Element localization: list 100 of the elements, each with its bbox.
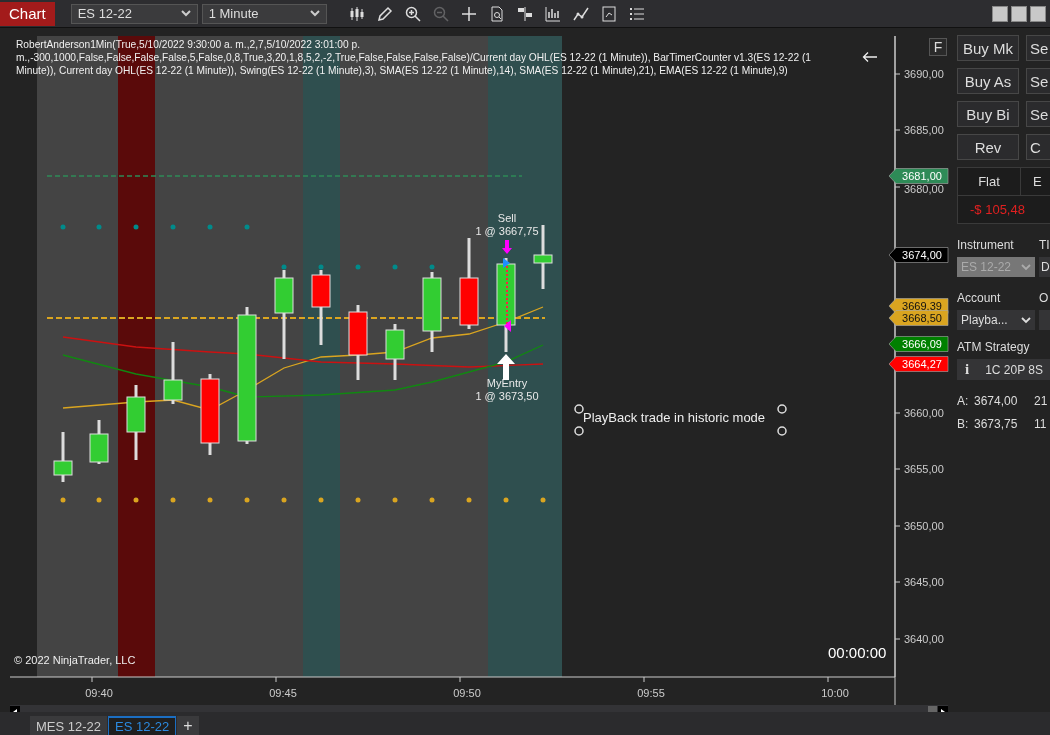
- quote-size: 11: [1034, 417, 1047, 431]
- position-column: E: [1021, 174, 1042, 189]
- price-tag-label: 3666,09: [902, 338, 942, 350]
- swing-dot: [392, 497, 398, 503]
- price-tag-label: 3681,00: [902, 170, 942, 182]
- price-label: 3685,00: [904, 124, 944, 136]
- swing-dot: [429, 264, 435, 270]
- down-arrow-icon: [502, 240, 512, 254]
- line-chart-icon[interactable]: [572, 5, 589, 22]
- price-label: 3660,00: [904, 407, 944, 419]
- text-annotation[interactable]: PlayBack trade in historic mode: [583, 410, 766, 425]
- add-tab-button[interactable]: +: [177, 716, 199, 735]
- order-button[interactable]: Buy Mk: [957, 35, 1019, 61]
- chart-tab[interactable]: ES 12-22: [108, 716, 177, 735]
- swing-dot: [60, 224, 66, 230]
- quote-side: B:: [957, 417, 970, 431]
- time-label: 09:40: [85, 687, 113, 699]
- swing-dot: [281, 497, 287, 503]
- quote-price: 3673,75: [974, 417, 1019, 431]
- order-button[interactable]: Se: [1026, 101, 1050, 127]
- swing-dot: [170, 497, 176, 503]
- swing-dot: [429, 497, 435, 503]
- price-label: 3650,00: [904, 520, 944, 532]
- chart-icon[interactable]: [544, 5, 561, 22]
- swing-dot: [207, 497, 213, 503]
- interval-dropdown[interactable]: 1 Minute: [201, 3, 327, 24]
- horizontal-scrollbar[interactable]: [10, 705, 948, 712]
- swing-dot: [503, 497, 509, 503]
- caret-icon: [180, 10, 191, 17]
- swing-dot: [355, 497, 361, 503]
- info-icon[interactable]: i: [965, 361, 970, 378]
- exit-marker-icon: [504, 320, 511, 332]
- swing-dot: [133, 497, 139, 503]
- field-label: ATM Strategy: [957, 340, 1031, 354]
- marker-detail: 1 @ 3673,50: [475, 390, 539, 402]
- bars-icon[interactable]: [516, 5, 533, 22]
- swing-dot: [244, 224, 250, 230]
- order-button[interactable]: C: [1026, 134, 1050, 160]
- caret-icon: [1021, 263, 1031, 271]
- swing-dot: [96, 497, 102, 503]
- tif-select[interactable]: D: [1039, 257, 1050, 277]
- price-tag-label: 3664,27: [902, 358, 942, 370]
- candle: [53, 432, 73, 482]
- entry-marker-icon: [503, 258, 510, 268]
- price-tag-label: 3674,00: [902, 249, 942, 261]
- caret-icon: [1021, 316, 1031, 324]
- price-label: 3645,00: [904, 576, 944, 588]
- price-label: 3680,00: [904, 183, 944, 195]
- account-select[interactable]: Playba...: [957, 310, 1035, 330]
- swing-dot: [466, 497, 472, 503]
- price-label: 3655,00: [904, 463, 944, 475]
- order-button[interactable]: Se: [1026, 68, 1050, 94]
- chart-tab[interactable]: MES 12-22: [30, 716, 108, 735]
- price-label: 3690,00: [904, 68, 944, 80]
- field-label: Account: [957, 291, 1002, 305]
- indicator-legend: RobertAnderson1Min(True,5/10/2022 9:30:00 a. m.,2,7,5/10/2022 3:01:00 p. m.,-300,1000,False,False,False,False,5,False,0,8,True,3,20,1,8,5,2,-2,True,False,False,False,False)/Current day OHL(ES 12-22 (1 Minute)), BarTimerCounter v1.3(ES 12-22 (1 Minute)), Current day OHL(ES 12-22 (1 Minute)), Swing(ES 12-22 (1 Minute),3), SMA(ES 12-22 (1 Minute),14), SMA(ES 12-22 (1 Minute),21), EMA(ES 12-22 (1 Minute),9): [16, 38, 852, 77]
- atm-strategy-value: 1C 20P 8S: [985, 362, 1043, 377]
- crosshair-icon[interactable]: [460, 5, 477, 22]
- zoom-in-icon[interactable]: [404, 5, 421, 22]
- swing-dot: [318, 497, 324, 503]
- list-icon[interactable]: [628, 5, 645, 22]
- profit-loss-value: -$ 105,48: [969, 201, 1026, 219]
- order-button[interactable]: Rev: [957, 134, 1019, 160]
- order-button[interactable]: Buy As: [957, 68, 1019, 94]
- swing-dot: [392, 264, 398, 270]
- order-button[interactable]: Buy Bi: [957, 101, 1019, 127]
- document-icon[interactable]: [600, 5, 617, 22]
- chart-button[interactable]: Chart: [0, 1, 55, 26]
- float-button[interactable]: F: [929, 38, 947, 56]
- swing-dot: [281, 264, 287, 270]
- candlestick-icon[interactable]: [348, 5, 365, 22]
- marker-title: Sell: [497, 212, 517, 224]
- field-label: Instrument: [957, 238, 1015, 252]
- atm-strategy-select[interactable]: i 1C 20P 8S: [957, 359, 1050, 380]
- document-search-icon[interactable]: [488, 5, 505, 22]
- swing-dot: [244, 497, 250, 503]
- swing-dot: [540, 497, 546, 503]
- up-arrow-icon: [497, 354, 515, 380]
- quote-side: A:: [957, 394, 970, 408]
- caret-icon: [309, 10, 320, 17]
- time-label: 09:55: [637, 687, 665, 699]
- candle: [385, 324, 405, 380]
- time-label: 09:45: [269, 687, 297, 699]
- position-status: Flat: [958, 168, 1021, 195]
- price-tag-label: 3669,39: [902, 300, 942, 312]
- swing-dot: [355, 264, 361, 270]
- order-button[interactable]: Se: [1026, 35, 1050, 61]
- swing-dot: [318, 264, 324, 270]
- field-label: TI: [1039, 238, 1050, 252]
- instrument-dropdown[interactable]: ES 12-22: [70, 3, 198, 24]
- time-label: 10:00: [821, 687, 849, 699]
- time-label: 09:50: [453, 687, 481, 699]
- left-arrow-icon[interactable]: [862, 51, 878, 63]
- swing-dot: [96, 224, 102, 230]
- selection-handles[interactable]: [574, 404, 787, 436]
- price-tag-label: 3668,50: [902, 312, 942, 324]
- pencil-icon[interactable]: [376, 5, 393, 22]
- quote-size: 21: [1034, 394, 1048, 408]
- field-label: O: [1039, 291, 1050, 305]
- swing-dot: [60, 497, 66, 503]
